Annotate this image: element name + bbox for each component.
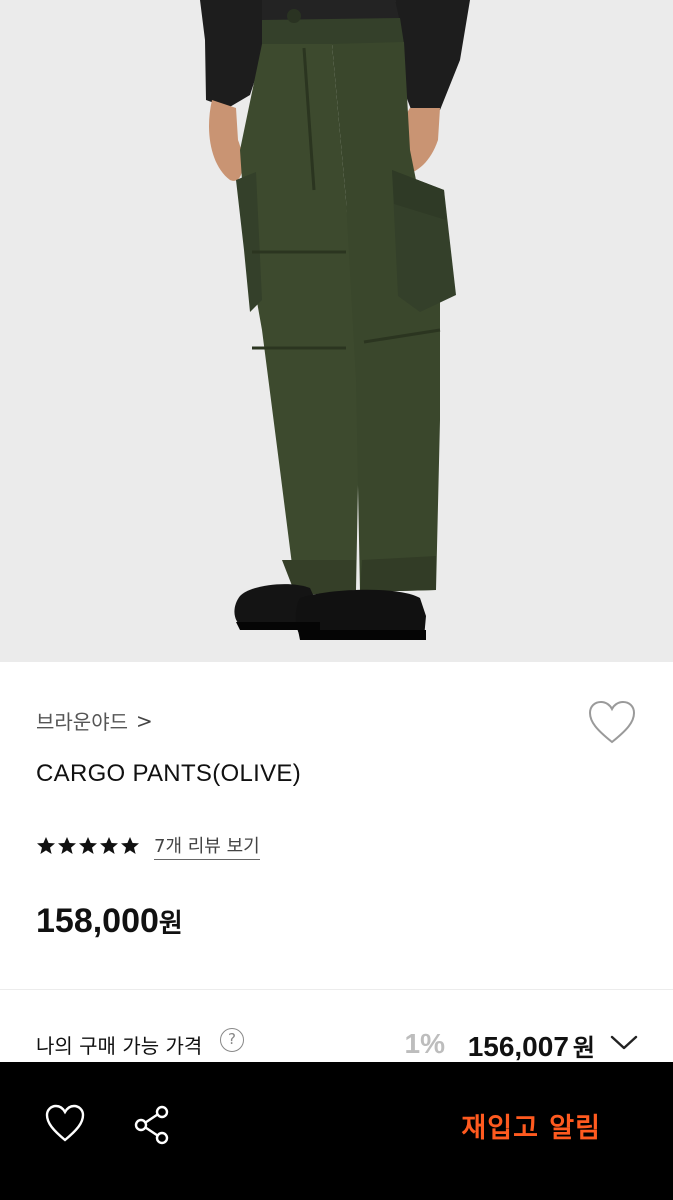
my-price-label: 나의 구매 가능 가격 <box>36 1034 203 1058</box>
brand-name: 브라운야드 <box>36 710 128 734</box>
star-icon <box>58 837 76 854</box>
product-detail-page: 브라운야드 > CARGO PANTS(OLIVE) 7개 리뷰 보기 158,… <box>0 0 673 1200</box>
my-price-value: 156,007 <box>467 1031 569 1062</box>
share-icon[interactable] <box>132 1104 172 1146</box>
price-amount: 158,000 <box>36 902 159 940</box>
product-image[interactable] <box>0 0 673 662</box>
my-price-unit: 원 <box>572 1034 595 1062</box>
my-price-discount: 1% <box>404 1028 445 1059</box>
star-icon <box>100 837 118 854</box>
chevron-down-icon[interactable] <box>609 1032 639 1052</box>
help-icon[interactable]: ? <box>220 1028 244 1052</box>
bottom-action-bar: 재입고 알림 <box>0 1062 673 1200</box>
star-icon <box>37 837 55 854</box>
my-price-amount: 156,007 원 <box>468 1028 595 1063</box>
divider <box>0 989 673 990</box>
reviews-link[interactable]: 7개 리뷰 보기 <box>154 832 260 860</box>
product-info: 브라운야드 > CARGO PANTS(OLIVE) 7개 리뷰 보기 158,… <box>0 662 673 1062</box>
rating-row: 7개 리뷰 보기 <box>36 832 260 860</box>
price-unit: 원 <box>158 909 183 939</box>
restock-alert-button[interactable]: 재입고 알림 <box>461 1106 601 1145</box>
chevron-right-icon: > <box>136 708 153 733</box>
heart-icon[interactable] <box>44 1104 86 1144</box>
star-icon <box>79 837 97 854</box>
my-price-row[interactable]: 나의 구매 가능 가격 ? 1% 156,007 원 <box>36 1026 639 1062</box>
star-icon <box>121 837 139 854</box>
brand-link[interactable]: 브라운야드 > <box>36 706 153 735</box>
heart-icon <box>588 700 636 744</box>
cargo-pants-illustration <box>200 0 470 640</box>
product-title: CARGO PANTS(OLIVE) <box>36 760 301 787</box>
rating-stars <box>36 836 140 856</box>
product-price: 158,000원 <box>36 902 183 941</box>
like-button[interactable] <box>587 700 637 746</box>
